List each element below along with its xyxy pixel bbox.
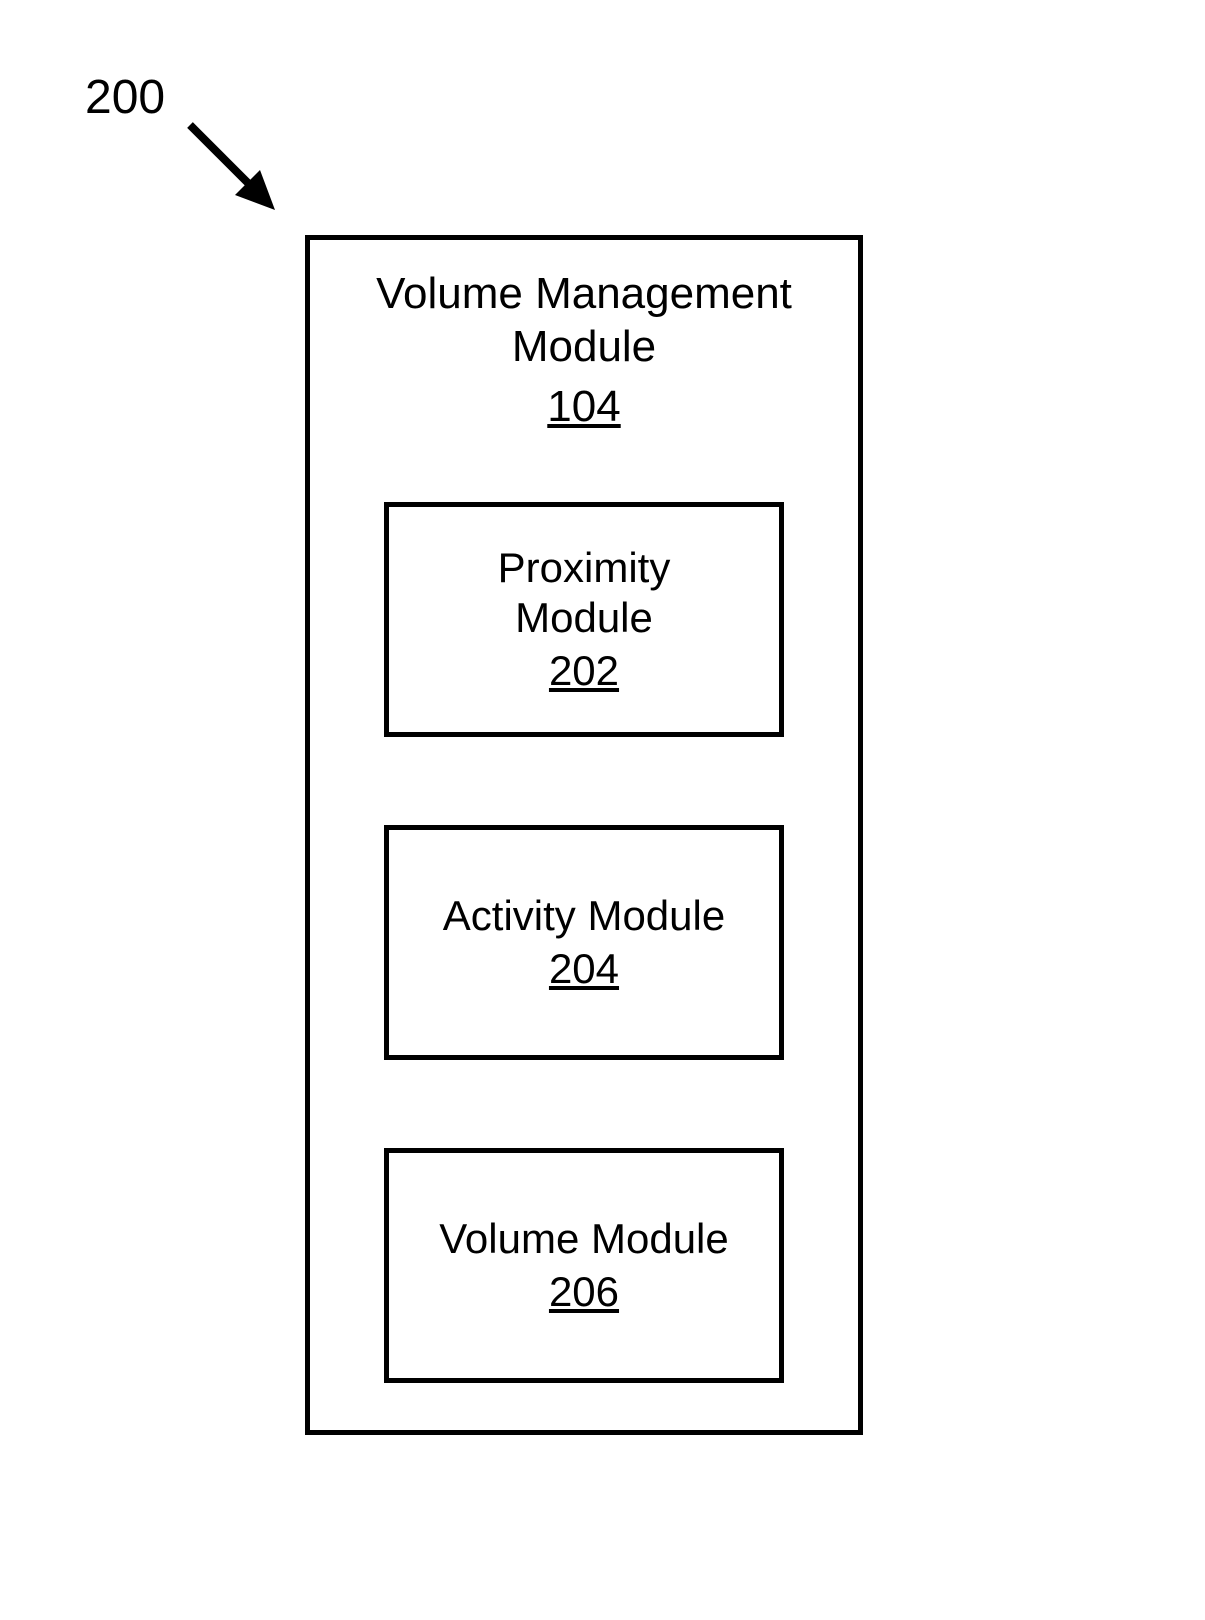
proximity-module-title: Proximity Module — [498, 543, 671, 644]
activity-title-line1: Activity Module — [443, 892, 725, 939]
volume-module-ref: 206 — [549, 1268, 619, 1316]
figure-reference-label: 200 — [85, 70, 165, 125]
activity-module-box: Activity Module 204 — [384, 825, 784, 1060]
main-module-ref: 104 — [310, 382, 858, 432]
proximity-title-line1: Proximity — [498, 544, 671, 591]
main-title-line2: Module — [512, 322, 656, 371]
proximity-module-box: Proximity Module 202 — [384, 502, 784, 737]
activity-module-title: Activity Module — [443, 891, 725, 941]
main-title-line1: Volume Management — [376, 269, 792, 318]
activity-module-ref: 204 — [549, 945, 619, 993]
volume-title-line1: Volume Module — [439, 1215, 729, 1262]
proximity-module-ref: 202 — [549, 647, 619, 695]
proximity-title-line2: Module — [515, 594, 653, 641]
pointer-arrow — [180, 115, 300, 235]
volume-management-module-box: Volume Management Module 104 Proximity M… — [305, 235, 863, 1435]
main-module-title: Volume Management Module — [310, 268, 858, 374]
volume-module-box: Volume Module 206 — [384, 1148, 784, 1383]
volume-module-title: Volume Module — [439, 1214, 729, 1264]
